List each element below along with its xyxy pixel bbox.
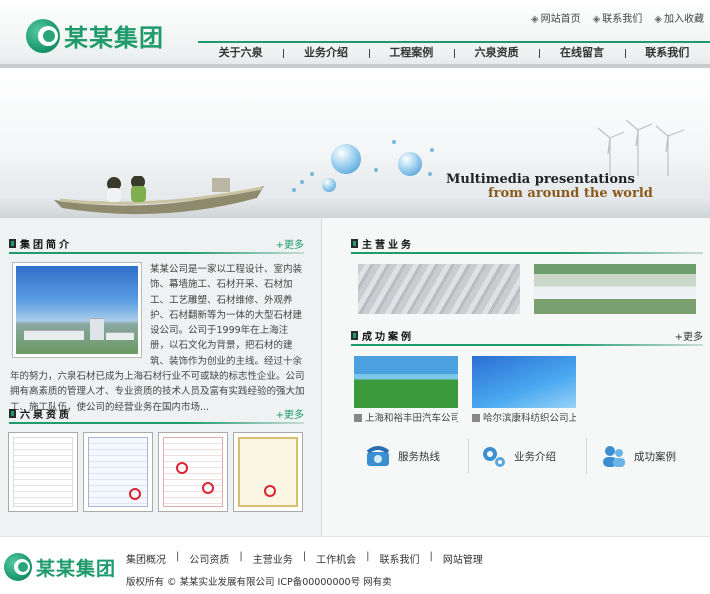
dot-decoration [300, 180, 304, 184]
dot-decoration [392, 140, 396, 144]
certificate-thumbnail[interactable] [8, 432, 78, 512]
separator: | [429, 551, 433, 562]
footer-link-jobs[interactable]: 工作机会 [316, 551, 356, 566]
bubble-decoration [322, 178, 336, 192]
main-nav: 关于六泉 业务介绍 工程案例 六泉资质 在线留言 联系我们 [198, 41, 710, 63]
quick-service-hotline[interactable]: 服务热线 [364, 436, 484, 476]
case-golf-image [354, 356, 458, 408]
intro-title: 集团简介 [20, 240, 72, 251]
section-underline [9, 422, 304, 424]
cases-title: 成功案例 [362, 332, 414, 343]
plus-icon: + [275, 410, 284, 421]
banner-subtitle: from around the world [488, 186, 653, 201]
plus-icon: + [674, 332, 683, 343]
footer: 某某集团 集团概况 | 公司资质 | 主营业务 | 工作机会 | 联系我们 | 网站管理 … [0, 536, 710, 594]
nav-about[interactable]: 关于六泉 [198, 43, 283, 63]
nav-business[interactable]: 业务介绍 [283, 43, 368, 63]
qualification-more-link[interactable]: +更多 [276, 406, 304, 421]
intro-header: 集团简介 +更多 [9, 236, 304, 254]
dot-decoration [310, 172, 314, 176]
people-icon [603, 446, 625, 467]
intro-more-link[interactable]: +更多 [276, 236, 304, 251]
intro-text: 某某公司是一家以工程设计、室内装饰、幕墙施工、石材开采、石材加工、工艺雕塑、石材… [10, 264, 305, 413]
section-marker-icon [351, 331, 358, 340]
dot-decoration [292, 188, 296, 192]
dot-decoration [374, 168, 378, 172]
brand-logo[interactable]: 某某集团 [26, 18, 164, 53]
quick-business-intro[interactable]: 业务介绍 [480, 436, 600, 476]
separator: | [302, 551, 307, 562]
top-links: ◈ 网站首页 ◈ 联系我们 ◈ 加入收藏 [531, 10, 704, 25]
bubble-decoration [331, 144, 361, 174]
windmills-image [597, 119, 685, 176]
contact-icon: ◈ [592, 14, 601, 25]
footer-links: 集团概况 | 公司资质 | 主营业务 | 工作机会 | 联系我们 | 网站管理 [126, 551, 483, 566]
certificate-thumbnail[interactable] [233, 432, 303, 512]
separator: | [176, 551, 180, 562]
dot-decoration [430, 148, 434, 152]
footer-link-admin[interactable]: 网站管理 [443, 551, 483, 566]
cases-header: 成功案例 +更多 [351, 328, 703, 346]
toplink-favorite[interactable]: ◈ 加入收藏 [654, 10, 704, 25]
case-item[interactable]: 哈尔滨康科纺织公司上... [472, 356, 576, 424]
certificate-thumbnail[interactable] [158, 432, 228, 512]
footer-link-contact[interactable]: 联系我们 [380, 551, 420, 566]
toplink-home[interactable]: ◈ 网站首页 [531, 10, 581, 25]
case-diver-image [472, 356, 576, 408]
hero-banner: Multimedia presentations from around the… [0, 68, 710, 218]
nav-projects[interactable]: 工程案例 [368, 43, 454, 63]
quick-divider [586, 438, 587, 474]
section-underline [9, 252, 304, 254]
bubble-decoration [398, 152, 422, 176]
right-column: 主营业务 成功案例 +更多 上海和裕丰田汽车公司... 哈尔滨康科纺织公司上..… [322, 218, 710, 536]
home-icon: ◈ [530, 14, 539, 25]
certificate-thumbnail[interactable] [83, 432, 153, 512]
footer-link-qualification[interactable]: 公司资质 [189, 551, 229, 566]
bullet-icon [472, 414, 480, 422]
business-title: 主营业务 [362, 240, 414, 251]
nav-contact[interactable]: 联系我们 [624, 43, 710, 63]
logo-emblem-icon [4, 553, 32, 581]
separator: | [366, 551, 370, 562]
copyright-text: 版权所有 © 某某实业发展有限公司 ICP备00000000号 网有卖 [126, 577, 392, 588]
bullet-icon [354, 414, 362, 422]
nav-message[interactable]: 在线留言 [539, 43, 624, 63]
business-header: 主营业务 [351, 236, 703, 254]
section-marker-icon [9, 239, 16, 248]
left-column: 集团简介 +更多 某某公司是一家以工程设计、室内装饰、幕墙施工、石材开采、石材加… [0, 218, 322, 536]
quick-success-cases[interactable]: 成功案例 [600, 436, 710, 476]
header: 某某集团 ◈ 网站首页 ◈ 联系我们 ◈ 加入收藏 关于六泉 业务介绍 工程案例 六泉… [0, 0, 710, 68]
cases-more-link[interactable]: +更多 [675, 328, 703, 343]
separator: | [239, 551, 243, 562]
phone-icon [366, 446, 390, 466]
footer-link-overview[interactable]: 集团概况 [126, 551, 166, 566]
toplink-contact[interactable]: ◈ 联系我们 [593, 10, 643, 25]
footer-link-business[interactable]: 主营业务 [253, 551, 293, 566]
logo-emblem-icon [26, 18, 60, 53]
plus-icon: + [275, 240, 284, 251]
qualification-header: 六泉资质 +更多 [9, 406, 304, 424]
quick-divider [468, 438, 469, 474]
brand-name: 某某集团 [64, 24, 164, 52]
section-underline [351, 344, 703, 346]
section-marker-icon [351, 239, 358, 248]
certificate-gallery [8, 432, 308, 512]
star-icon: ◈ [654, 14, 662, 25]
nav-qualification[interactable]: 六泉资质 [453, 43, 539, 63]
case-item[interactable]: 上海和裕丰田汽车公司... [354, 356, 458, 424]
footer-brand-name: 某某集团 [36, 557, 117, 580]
dot-decoration [428, 172, 432, 176]
factory-aerial-image[interactable] [534, 264, 696, 314]
qualification-title: 六泉资质 [20, 410, 72, 421]
gears-icon [483, 447, 505, 467]
boat-image [54, 176, 264, 215]
section-underline [351, 252, 703, 254]
section-marker-icon [9, 409, 16, 418]
stone-texture-image[interactable] [358, 264, 520, 314]
banner-title: Multimedia presentations [446, 172, 635, 187]
footer-logo[interactable]: 某某集团 [4, 553, 116, 581]
